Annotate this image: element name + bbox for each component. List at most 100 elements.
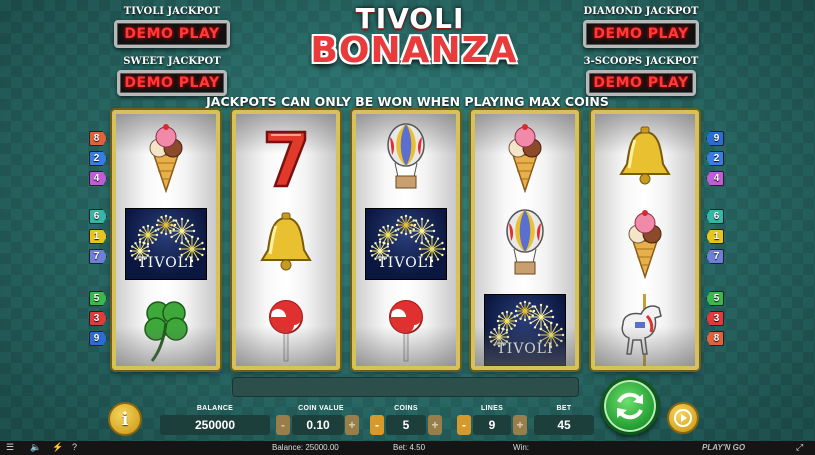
sound-icon[interactable]: 🔈 <box>30 442 41 453</box>
ice-cream-symbol <box>595 202 695 286</box>
status-win: Win: <box>513 443 529 452</box>
coins-value: 5 <box>386 415 426 435</box>
tivoli-symbol: TIVOLI <box>116 202 216 286</box>
coin-value-minus-button[interactable]: - <box>276 415 290 435</box>
tivoli-jackpot-label: TIVOLI JACKPOT <box>123 6 221 17</box>
autoplay-icon <box>674 409 692 427</box>
bell-icon <box>619 126 671 185</box>
bell-symbol <box>236 202 336 286</box>
ice-cream-icon <box>149 124 183 193</box>
coins-plus-button[interactable]: + <box>428 415 442 435</box>
diamond-jackpot-label: DIAMOND JACKPOT <box>583 6 699 17</box>
lines-value: 9 <box>473 415 511 435</box>
seven-symbol <box>236 116 336 200</box>
spin-button[interactable] <box>601 377 659 435</box>
payline-badge-right[interactable]: 9 <box>706 131 724 146</box>
payline-badge-left[interactable]: 4 <box>89 171 107 186</box>
payline-badge-right[interactable]: 1 <box>706 229 724 244</box>
coins-label: COINS <box>394 405 418 412</box>
diamond-jackpot-display: DEMO PLAY <box>583 20 699 48</box>
lollipop-icon <box>389 300 423 362</box>
turbo-icon[interactable]: ⚡ <box>52 442 63 453</box>
payline-badge-left[interactable]: 8 <box>89 131 107 146</box>
balance-label: BALANCE <box>196 405 234 412</box>
balance-value: 250000 <box>160 415 270 435</box>
3-scoops-jackpot-label: 3-SCOOPS JACKPOT <box>583 56 699 67</box>
coin-value-value: 0.10 <box>292 415 344 435</box>
reel-3: TIVOLI <box>352 110 460 370</box>
sweet-jackpot-label: SWEET JACKPOT <box>123 56 221 67</box>
lines-plus-button[interactable]: + <box>513 415 527 435</box>
payline-badge-left[interactable]: 9 <box>89 331 107 346</box>
reel-2 <box>232 110 340 370</box>
3-scoops-jackpot-display: DEMO PLAY <box>586 70 696 96</box>
tivoli-symbol: TIVOLI <box>484 294 566 366</box>
carousel-horse-symbol <box>595 288 695 366</box>
lollipop-symbol <box>356 288 456 366</box>
payline-badge-left[interactable]: 7 <box>89 249 107 264</box>
coin-value-plus-button[interactable]: + <box>345 415 359 435</box>
payline-badge-right[interactable]: 3 <box>706 311 724 326</box>
payline-badge-left[interactable]: 1 <box>89 229 107 244</box>
message-bar <box>232 377 579 397</box>
tivoli-symbol: TIVOLI <box>356 202 456 286</box>
reel-5 <box>591 110 699 370</box>
payline-badge-left[interactable]: 3 <box>89 311 107 326</box>
ice-cream-icon <box>628 210 662 279</box>
payline-badge-left[interactable]: 5 <box>89 291 107 306</box>
lollipop-icon <box>269 300 303 362</box>
payline-badge-right[interactable]: 8 <box>706 331 724 346</box>
spin-icon <box>617 392 643 420</box>
bell-icon <box>260 212 312 271</box>
menu-icon[interactable]: ☰ <box>6 442 14 453</box>
sweet-jackpot-value: DEMO PLAY <box>124 75 220 91</box>
diamond-jackpot-value: DEMO PLAY <box>593 26 689 42</box>
payline-badge-left[interactable]: 6 <box>89 209 107 224</box>
payline-badge-right[interactable]: 6 <box>706 209 724 224</box>
fullscreen-icon[interactable]: ⤢ <box>796 442 803 453</box>
tivoli-symbol: TIVOLI <box>125 208 207 280</box>
info-button[interactable]: i <box>108 402 142 436</box>
autoplay-button[interactable] <box>667 402 699 434</box>
tivoli-jackpot-display: DEMO PLAY <box>114 20 230 48</box>
game-title-line2: BONANZA <box>310 30 518 71</box>
payline-badge-left[interactable]: 2 <box>89 151 107 166</box>
balloon-symbol <box>356 116 456 200</box>
coins-minus-button[interactable]: - <box>370 415 384 435</box>
seven-icon <box>265 130 307 188</box>
ice-cream-symbol <box>475 116 575 200</box>
history-icon[interactable]: ? <box>72 442 77 452</box>
3-scoops-jackpot-value: DEMO PLAY <box>593 75 689 91</box>
bell-symbol <box>595 116 695 200</box>
max-coins-banner: JACKPOTS CAN ONLY BE WON WHEN PLAYING MA… <box>206 94 609 109</box>
payline-badge-right[interactable]: 7 <box>706 249 724 264</box>
bet-value: 45 <box>534 415 594 435</box>
bet-label: BET <box>556 405 572 412</box>
status-balance: Balance: 25000.00 <box>272 443 339 452</box>
lines-label: LINES <box>480 405 504 412</box>
tivoli-symbol-text: TIVOLI <box>377 255 435 271</box>
reel-1: TIVOLI <box>112 110 220 370</box>
carousel-horse-icon <box>621 294 662 366</box>
lollipop-symbol <box>236 288 336 366</box>
tivoli-symbol-text: TIVOLI <box>137 255 195 271</box>
payline-badge-right[interactable]: 2 <box>706 151 724 166</box>
tivoli-symbol-text: TIVOLI <box>496 341 554 357</box>
tivoli-symbol: TIVOLI <box>365 208 447 280</box>
reel-4: TIVOLI <box>471 110 579 370</box>
status-bet: Bet: 4.50 <box>393 443 426 452</box>
coin-value-label: COIN VALUE <box>298 405 344 412</box>
clover-icon <box>144 301 188 362</box>
sweet-jackpot-display: DEMO PLAY <box>117 70 227 96</box>
tivoli-jackpot-value: DEMO PLAY <box>124 26 220 42</box>
balloon-icon <box>387 123 425 189</box>
balloon-symbol <box>475 202 575 286</box>
clover-symbol <box>116 288 216 366</box>
tivoli-symbol: TIVOLI <box>475 288 575 366</box>
payline-badge-right[interactable]: 4 <box>706 171 724 186</box>
ice-cream-symbol <box>116 116 216 200</box>
brand-logo: PLAY'N GO <box>702 443 746 452</box>
balloon-icon <box>506 209 544 275</box>
payline-badge-right[interactable]: 5 <box>706 291 724 306</box>
lines-minus-button[interactable]: - <box>457 415 471 435</box>
